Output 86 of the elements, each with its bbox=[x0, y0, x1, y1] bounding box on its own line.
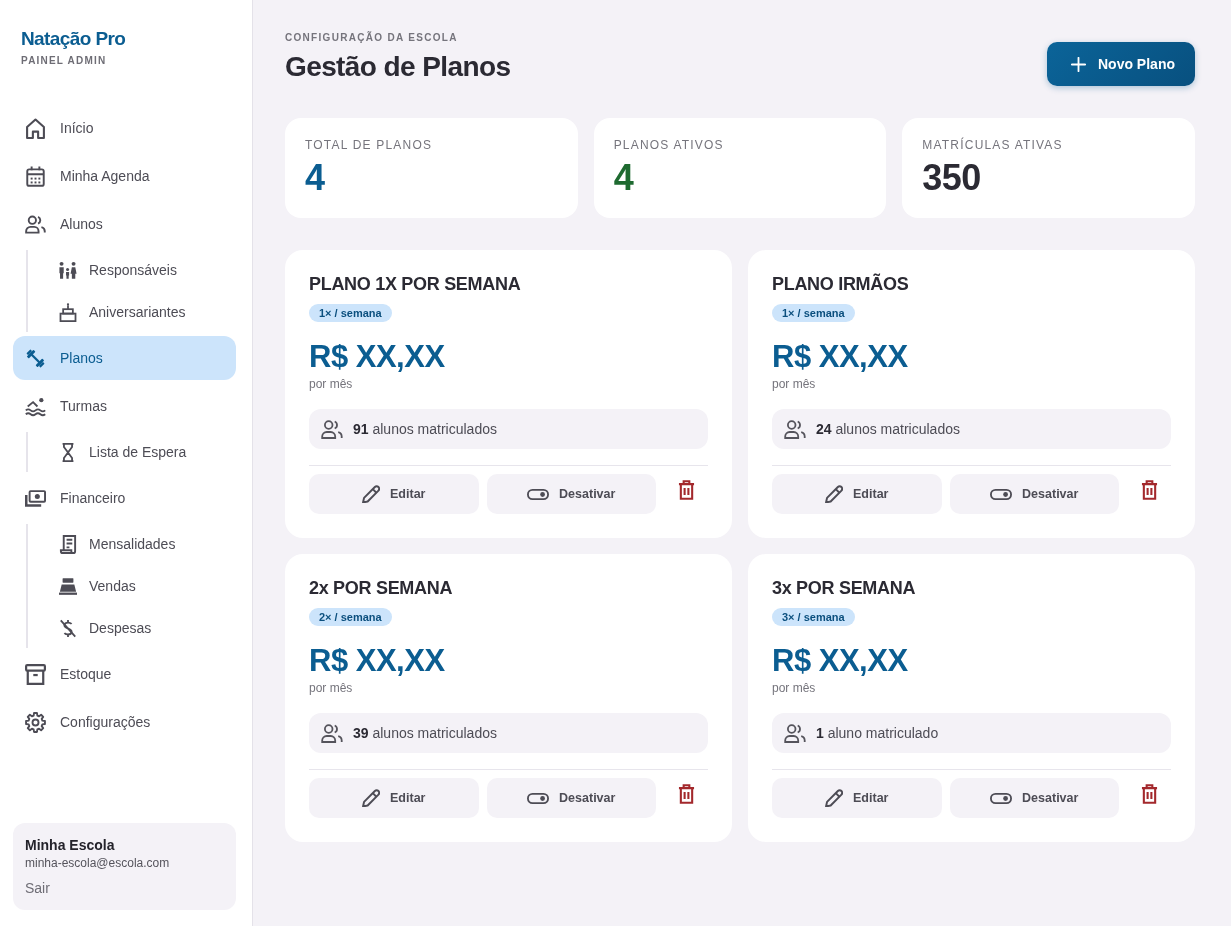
stat-value: 350 bbox=[922, 158, 982, 198]
home-icon bbox=[25, 117, 46, 139]
nav-item[interactable]: Alunos bbox=[13, 202, 236, 246]
pencil-icon bbox=[825, 789, 844, 807]
nav-item[interactable]: Financeiro bbox=[13, 476, 236, 520]
plan-title: PLANO IRMÃOS bbox=[772, 272, 910, 296]
brand-name: Natação Pro bbox=[21, 28, 127, 50]
plan-title: 3x POR SEMANA bbox=[772, 577, 917, 600]
cash-register-icon bbox=[59, 576, 77, 596]
toggle-icon bbox=[527, 488, 550, 500]
stat-label: TOTAL DE PLANOS bbox=[305, 137, 434, 153]
enrollment-text: 1 aluno matriculado bbox=[816, 725, 939, 741]
plan-price: R$ XX,XX bbox=[772, 643, 909, 679]
stat-value: 4 bbox=[613, 158, 635, 198]
nav-item[interactable]: Minha Agenda bbox=[13, 154, 236, 198]
edit-button[interactable]: Editar bbox=[309, 474, 479, 514]
trash-icon bbox=[1140, 480, 1158, 500]
family-icon bbox=[59, 260, 77, 280]
brand-subtitle: PAINEL ADMIN bbox=[21, 55, 108, 66]
archive-box-icon bbox=[25, 663, 46, 685]
edit-button[interactable]: Editar bbox=[772, 474, 942, 514]
price-period: por mês bbox=[772, 376, 817, 392]
deactivate-button[interactable]: Desativar bbox=[486, 778, 656, 818]
enrollment-text: 39 alunos matriculados bbox=[353, 725, 497, 741]
logout-link[interactable]: Sair bbox=[25, 880, 50, 896]
plan-price: R$ XX,XX bbox=[309, 339, 446, 375]
trash-icon bbox=[677, 480, 695, 500]
nav-subitem[interactable]: Lista de Espera bbox=[28, 432, 236, 472]
account-name: Minha Escola bbox=[25, 837, 116, 853]
pencil-icon bbox=[362, 485, 381, 503]
swimmer-icon bbox=[25, 395, 46, 417]
users-icon bbox=[25, 213, 46, 235]
toggle-icon bbox=[527, 792, 550, 804]
slashed-dollar-icon bbox=[59, 618, 77, 638]
plus-icon bbox=[1071, 56, 1086, 72]
pencil-icon bbox=[362, 789, 381, 807]
enrollment-text: 24 alunos matriculados bbox=[816, 421, 960, 437]
calendar-icon bbox=[25, 165, 46, 187]
price-period: por mês bbox=[309, 680, 354, 696]
stat-label: MATRÍCULAS ATIVAS bbox=[922, 137, 1064, 153]
users-icon bbox=[784, 723, 806, 743]
deactivate-button[interactable]: Desativar bbox=[486, 474, 656, 514]
frequency-badge: 1× / semana bbox=[309, 304, 392, 322]
enrollment-text: 91 alunos matriculados bbox=[353, 421, 497, 437]
page-eyebrow: CONFIGURAÇÃO DA ESCOLA bbox=[285, 32, 459, 44]
new-plan-button[interactable]: Novo Plano bbox=[1047, 42, 1195, 86]
edit-button[interactable]: Editar bbox=[309, 778, 479, 818]
dumbbell-icon bbox=[25, 347, 46, 369]
receipt-icon bbox=[59, 534, 77, 554]
users-icon bbox=[321, 723, 343, 743]
frequency-badge: 2× / semana bbox=[309, 608, 392, 626]
nav-subitem[interactable]: Mensalidades bbox=[28, 524, 236, 564]
plan-title: 2x POR SEMANA bbox=[309, 577, 454, 600]
nav-subitem[interactable]: Aniversariantes bbox=[28, 292, 236, 332]
nav-item[interactable]: Configurações bbox=[13, 700, 236, 744]
settings-icon bbox=[25, 711, 46, 733]
plan-price: R$ XX,XX bbox=[309, 643, 446, 679]
nav-item[interactable]: Estoque bbox=[13, 652, 236, 696]
price-period: por mês bbox=[309, 376, 354, 392]
nav-item[interactable]: Turmas bbox=[13, 384, 236, 428]
users-icon bbox=[321, 419, 343, 439]
frequency-badge: 1× / semana bbox=[772, 304, 855, 322]
deactivate-button[interactable]: Desativar bbox=[949, 778, 1119, 818]
trash-icon bbox=[677, 784, 695, 804]
page-title: Gestão de Planos bbox=[285, 50, 511, 84]
nav-subitem[interactable]: Responsáveis bbox=[28, 250, 236, 290]
pencil-icon bbox=[825, 485, 844, 503]
nav-item[interactable]: Planos bbox=[13, 336, 236, 380]
nav-subitem[interactable]: Despesas bbox=[28, 608, 236, 648]
nav-subitem[interactable]: Vendas bbox=[28, 566, 236, 606]
price-period: por mês bbox=[772, 680, 817, 696]
cake-icon bbox=[59, 302, 77, 322]
stat-label: PLANOS ATIVOS bbox=[613, 137, 725, 153]
deactivate-button[interactable]: Desativar bbox=[949, 474, 1119, 514]
frequency-badge: 3× / semana bbox=[772, 608, 855, 626]
banknote-icon bbox=[25, 487, 46, 509]
toggle-icon bbox=[990, 488, 1013, 500]
users-icon bbox=[784, 419, 806, 439]
edit-button[interactable]: Editar bbox=[772, 778, 942, 818]
trash-icon bbox=[1140, 784, 1158, 804]
stat-value: 4 bbox=[305, 158, 326, 198]
account-email: minha-escola@escola.com bbox=[25, 856, 171, 870]
toggle-icon bbox=[990, 792, 1013, 804]
nav-item[interactable]: Início bbox=[13, 106, 236, 150]
plan-price: R$ XX,XX bbox=[772, 339, 909, 375]
plan-title: PLANO 1X POR SEMANA bbox=[309, 273, 522, 296]
